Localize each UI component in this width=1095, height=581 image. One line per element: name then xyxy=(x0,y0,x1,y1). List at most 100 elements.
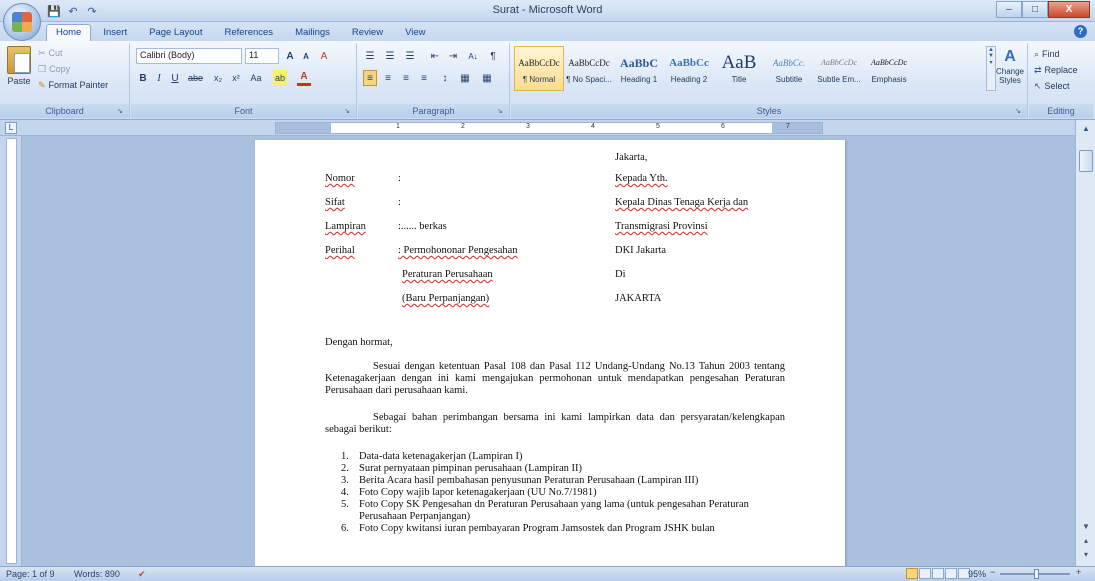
shading-button[interactable]: ▦ xyxy=(458,70,472,86)
bullets-button[interactable]: ☰ xyxy=(363,48,377,64)
format-painter-button[interactable]: ✎ Format Painter xyxy=(38,78,108,92)
list-text: Foto Copy SK Pengesahan dn Peraturan Per… xyxy=(359,499,749,522)
tab-home[interactable]: Home xyxy=(46,24,92,41)
help-icon[interactable]: ? xyxy=(1074,25,1087,38)
page-count[interactable]: Page: 1 of 9 xyxy=(6,569,55,579)
minimize-button[interactable]: – xyxy=(996,1,1022,18)
style-heading-1[interactable]: AaBbC Heading 1 xyxy=(614,46,664,91)
borders-button[interactable]: ▦ xyxy=(480,70,494,86)
style-name: Emphasis xyxy=(871,75,907,84)
sort-button[interactable]: A↓ xyxy=(466,48,480,64)
ruler-number: 3 xyxy=(526,123,530,130)
close-button[interactable]: X xyxy=(1048,1,1090,18)
vertical-scrollbar[interactable]: ▲ ▼ ▴ ▾ xyxy=(1075,120,1095,566)
paste-label: Paste xyxy=(7,76,31,86)
justify-button[interactable]: ≡ xyxy=(417,70,431,86)
cut-button[interactable]: ✂ Cut xyxy=(38,46,108,60)
full-screen-reading-button[interactable] xyxy=(919,568,931,579)
clear-format-button[interactable]: A xyxy=(317,48,331,64)
font-name-select[interactable]: Calibri (Body) xyxy=(136,48,242,64)
zoom-slider-knob[interactable] xyxy=(1034,569,1039,579)
tab-references[interactable]: References xyxy=(214,24,283,41)
style-subtitle[interactable]: AaBbCc. Subtitle xyxy=(764,46,814,91)
zoom-in-button[interactable]: + xyxy=(1076,567,1081,577)
next-page-icon[interactable]: ▾ xyxy=(1079,548,1093,562)
tab-mailings[interactable]: Mailings xyxy=(285,24,340,41)
decrease-indent-button[interactable]: ⇤ xyxy=(428,48,442,64)
ruler-left-margin xyxy=(276,123,331,133)
replace-button[interactable]: ⇄ Replace xyxy=(1034,63,1078,77)
font-size-select[interactable]: 11 xyxy=(245,48,279,64)
select-button[interactable]: ↖ Select xyxy=(1034,79,1070,93)
change-case-button[interactable]: Aa xyxy=(249,70,263,86)
paragraph-launcher-icon[interactable]: ↘ xyxy=(497,107,506,116)
bold-button[interactable]: B xyxy=(136,70,150,86)
multilevel-list-button[interactable]: ☰ xyxy=(403,48,417,64)
header-value: Peraturan Perusahaan xyxy=(402,269,493,280)
word-count[interactable]: Words: 890 xyxy=(74,569,120,579)
align-right-button[interactable]: ≡ xyxy=(399,70,413,86)
style-no-spacing[interactable]: AaBbCcDc ¶ No Spaci... xyxy=(564,46,614,91)
window-title: Surat - Microsoft Word xyxy=(492,4,603,16)
place-date: Jakarta, xyxy=(615,152,648,163)
shrink-font-button[interactable]: A xyxy=(299,48,313,64)
copy-button[interactable]: ❐ Copy xyxy=(38,62,108,76)
maximize-button[interactable]: □ xyxy=(1022,1,1048,18)
print-layout-button[interactable] xyxy=(906,568,918,579)
vertical-ruler[interactable] xyxy=(0,136,22,566)
center-button[interactable]: ≡ xyxy=(381,70,395,86)
style-sample: AaBbCcDc xyxy=(821,58,857,67)
zoom-out-button[interactable]: − xyxy=(990,567,995,577)
underline-button[interactable]: U xyxy=(168,70,182,86)
tab-view[interactable]: View xyxy=(395,24,435,41)
zoom-slider[interactable] xyxy=(1000,569,1070,579)
tab-selector-icon[interactable]: L xyxy=(5,122,17,134)
change-styles-button[interactable]: A Change Styles xyxy=(995,47,1025,85)
proofing-icon[interactable]: ✔ xyxy=(138,569,146,580)
greeting: Dengan hormat, xyxy=(325,337,393,348)
header-colon: : xyxy=(398,173,401,184)
style-subtle-emphasis[interactable]: AaBbCcDc Subtle Em... xyxy=(814,46,864,91)
replace-label: Replace xyxy=(1044,65,1078,75)
list-text: Surat pernyataan pimpinan perusahaan (La… xyxy=(359,463,583,474)
style-heading-2[interactable]: AaBbCc Heading 2 xyxy=(664,46,714,91)
scroll-down-icon[interactable]: ▼ xyxy=(1079,520,1093,534)
styles-launcher-icon[interactable]: ↘ xyxy=(1015,107,1024,116)
grow-font-button[interactable]: A xyxy=(283,48,297,64)
font-color-button[interactable]: A xyxy=(297,70,311,86)
paste-button[interactable]: Paste xyxy=(4,46,34,86)
style-title[interactable]: AaB Title xyxy=(714,46,764,91)
ruler-number: 5 xyxy=(656,123,660,130)
tab-insert[interactable]: Insert xyxy=(93,24,137,41)
web-layout-button[interactable] xyxy=(932,568,944,579)
style-emphasis[interactable]: AaBbCcDc Emphasis xyxy=(864,46,914,91)
document-canvas: Jakarta, Nomor : Kepada Yth. Sifat : Kep… xyxy=(23,136,1073,566)
strikethrough-button[interactable]: abe xyxy=(188,70,203,86)
clipboard-launcher-icon[interactable]: ↘ xyxy=(117,107,126,116)
scroll-thumb[interactable] xyxy=(1079,150,1093,172)
italic-button[interactable]: I xyxy=(152,70,166,86)
prev-page-icon[interactable]: ▴ xyxy=(1079,534,1093,548)
style-normal[interactable]: AaBbCcDc ¶ Normal xyxy=(514,46,564,91)
superscript-button[interactable]: x² xyxy=(229,70,243,86)
find-button[interactable]: ⌕ Find xyxy=(1034,47,1060,61)
tab-review[interactable]: Review xyxy=(342,24,393,41)
horizontal-ruler[interactable]: L 1 2 3 4 5 6 7 xyxy=(0,120,1095,136)
outline-button[interactable] xyxy=(945,568,957,579)
highlight-button[interactable]: ab xyxy=(273,70,287,86)
change-styles-icon: A xyxy=(1004,48,1016,65)
document-page[interactable]: Jakarta, Nomor : Kepada Yth. Sifat : Kep… xyxy=(255,140,845,566)
zoom-level[interactable]: 95% xyxy=(968,569,986,579)
show-formatting-button[interactable]: ¶ xyxy=(486,48,500,64)
scroll-up-icon[interactable]: ▲ xyxy=(1079,122,1093,136)
subscript-button[interactable]: x₂ xyxy=(211,70,225,86)
increase-indent-button[interactable]: ⇥ xyxy=(446,48,460,64)
align-left-button[interactable]: ≡ xyxy=(363,70,377,86)
numbering-button[interactable]: ☰ xyxy=(383,48,397,64)
ruler-number: 2 xyxy=(461,123,465,130)
tab-page-layout[interactable]: Page Layout xyxy=(139,24,212,41)
font-launcher-icon[interactable]: ↘ xyxy=(344,107,353,116)
office-button[interactable] xyxy=(3,3,41,41)
brush-icon: ✎ xyxy=(38,79,46,90)
line-spacing-button[interactable]: ↕ xyxy=(438,70,452,86)
